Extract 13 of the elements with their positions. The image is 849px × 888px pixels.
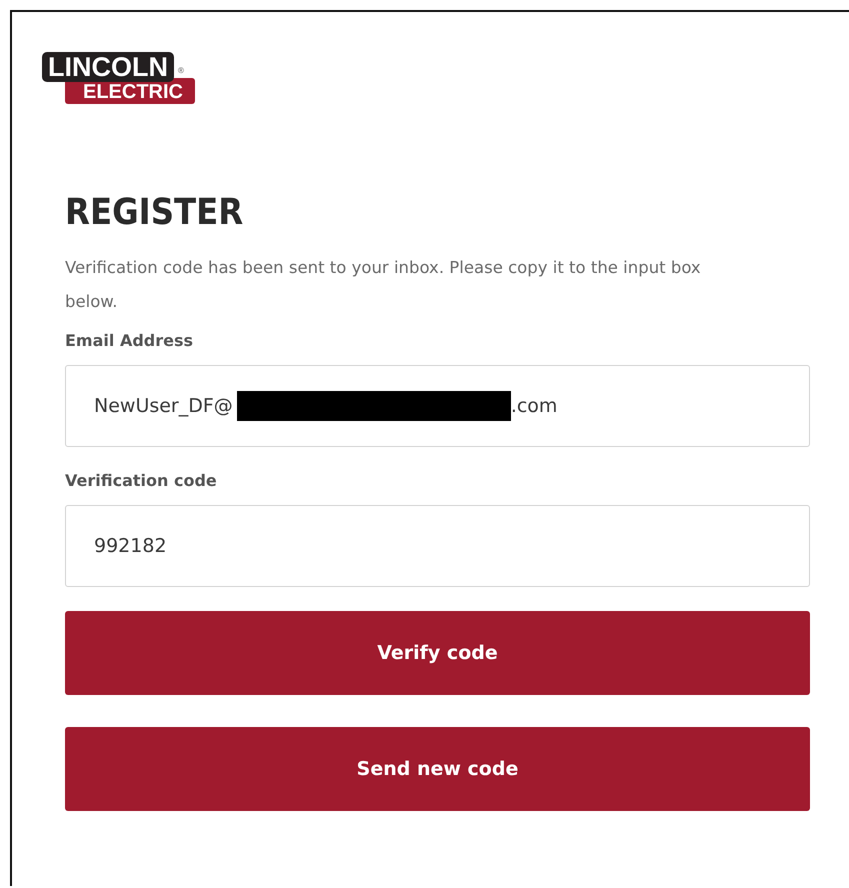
instruction-text: Verification code has been sent to your inbox. Please copy it to the input box below. xyxy=(65,257,702,313)
logo-registered-mark: ® xyxy=(178,66,184,75)
input-field[interactable]: NewUser_DF@ .com xyxy=(65,365,810,447)
input-field[interactable]: 992182 xyxy=(65,505,810,587)
field-label: Verification code xyxy=(65,471,218,490)
page-title: REGISTER xyxy=(65,192,244,233)
field-label: Email Address xyxy=(65,331,194,350)
logo-top-text: LINCOLN xyxy=(42,52,174,82)
field-value: 992182 xyxy=(94,535,167,557)
action-button[interactable]: Send new code xyxy=(65,727,810,811)
action-button[interactable]: Verify code xyxy=(65,611,810,695)
field-value: .com xyxy=(510,395,558,417)
field-value: NewUser_DF@ xyxy=(94,395,233,417)
